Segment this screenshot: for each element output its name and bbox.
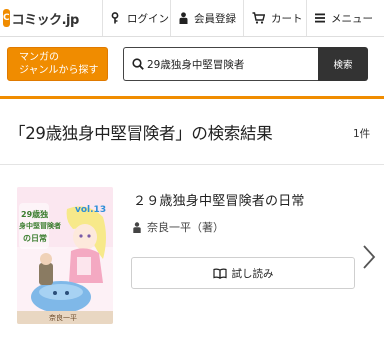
trial-read-button[interactable]: 試し読み — [131, 257, 355, 289]
results-title: 「29歳独身中堅冒険者」の検索結果 — [9, 124, 273, 143]
site-logo[interactable]: C コミック.jp — [3, 9, 79, 28]
result-item: vol.13 29歳独 身中堅冒険者 の日常 奈良一平 ２９歳独身中堅冒険者の日… — [0, 166, 384, 357]
search-bar: マンガの ジャンルから探す 検索 — [0, 37, 384, 95]
nav-cart[interactable]: カート — [243, 0, 306, 36]
site-header: C コミック.jp ログイン 会員登録 カート メニュー — [0, 0, 384, 37]
results-heading: 「29歳独身中堅冒険者」の検索結果 1件 — [0, 99, 384, 165]
results-count: 1件 — [353, 128, 371, 140]
menu-icon — [315, 13, 325, 23]
logo-mark: C — [3, 9, 10, 27]
logo-text: コミック.jp — [11, 12, 80, 28]
cover-volume: vol.13 — [75, 205, 107, 215]
person-icon — [133, 221, 141, 233]
nav-login-label: ログイン — [127, 12, 169, 25]
nav-cart-label: カート — [271, 12, 303, 25]
search-icon — [132, 58, 144, 70]
person-icon — [179, 12, 188, 24]
nav-menu-label: メニュー — [331, 12, 373, 25]
cover-author: 奈良一平 — [49, 314, 77, 322]
item-title[interactable]: ２９歳独身中堅冒険者の日常 — [133, 190, 305, 209]
item-author-label: 奈良一平（著） — [147, 221, 224, 234]
genre-button-line1: マンガの — [19, 52, 59, 63]
book-cover[interactable]: vol.13 29歳独 身中堅冒険者 の日常 奈良一平 — [17, 187, 113, 324]
open-book-icon — [212, 268, 227, 279]
key-icon — [111, 12, 119, 24]
search-box[interactable] — [123, 47, 318, 81]
item-author[interactable]: 奈良一平（著） — [133, 219, 224, 235]
nav-register-label: 会員登録 — [194, 12, 236, 25]
genre-button-line2: ジャンルから探す — [19, 65, 99, 76]
cover-title-line3: の日常 — [23, 234, 47, 243]
nav-login[interactable]: ログイン — [102, 0, 170, 36]
trial-read-label: 試し読み — [231, 267, 274, 280]
genre-browse-button[interactable]: マンガの ジャンルから探す — [7, 47, 108, 81]
cover-title-line2: 身中堅冒険者 — [19, 222, 61, 230]
nav-register[interactable]: 会員登録 — [170, 0, 243, 36]
chevron-right-icon[interactable] — [362, 244, 376, 270]
nav-menu[interactable]: メニュー — [306, 0, 384, 36]
cart-icon — [252, 12, 265, 24]
cover-title-line1: 29歳独 — [21, 210, 49, 219]
search-input[interactable] — [147, 48, 315, 80]
search-button[interactable]: 検索 — [318, 47, 368, 81]
